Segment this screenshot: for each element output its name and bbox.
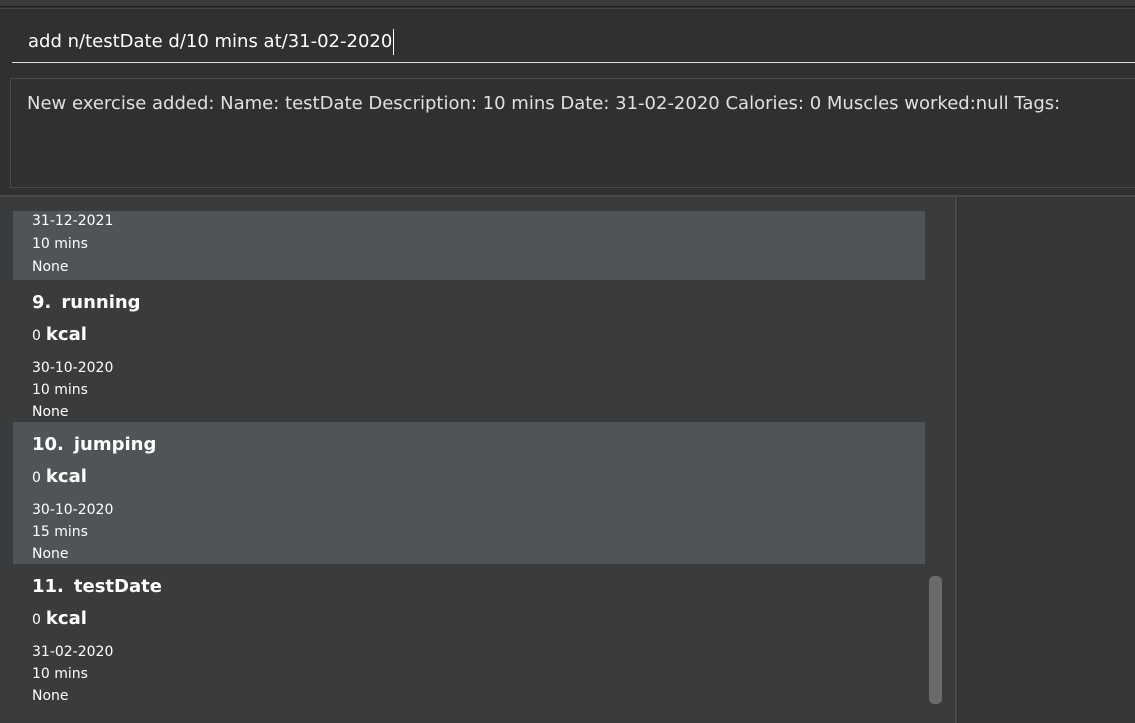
exercise-index: 10. [32, 434, 64, 455]
exercise-list[interactable]: 31-12-2021 10 mins None 9. running 0 kcal … [13, 211, 925, 706]
exercise-date: 30-10-2020 [32, 360, 114, 376]
calories-value: 0 [32, 470, 41, 486]
exercise-description: 10 mins [32, 382, 88, 398]
exercise-title: 11. testDate [32, 576, 162, 597]
exercise-date: 30-10-2020 [32, 502, 114, 518]
menu-strip [0, 0, 1135, 7]
exercise-card-partial[interactable]: 31-12-2021 10 mins None [13, 211, 925, 280]
exercise-description: 10 mins [32, 236, 88, 252]
scrollbar-thumb[interactable] [929, 576, 942, 704]
side-panel [957, 197, 1135, 723]
exercise-card[interactable]: 10. jumping 0 kcal 30-10-2020 15 mins None [13, 422, 925, 564]
exercise-index: 11. [32, 576, 64, 597]
calories-unit: kcal [45, 466, 87, 487]
exercise-calories: 0 kcal [32, 324, 87, 345]
text-caret [393, 29, 395, 55]
exercise-index: 9. [32, 292, 52, 313]
exercise-calories: 0 kcal [32, 608, 87, 629]
exercise-tags: None [32, 404, 69, 420]
calories-unit: kcal [45, 324, 87, 345]
exercise-date: 31-12-2021 [32, 213, 114, 229]
calories-value: 0 [32, 328, 41, 344]
result-message: New exercise added: Name: testDate Descr… [27, 93, 1061, 114]
exercise-description: 10 mins [32, 666, 88, 682]
calories-unit: kcal [45, 608, 87, 629]
exercise-title: 10. jumping [32, 434, 156, 455]
exercise-tags: None [32, 259, 69, 275]
exercise-title: 9. running [32, 292, 141, 313]
exercise-description: 15 mins [32, 524, 88, 540]
list-bottom-margin [0, 709, 955, 723]
exercise-card[interactable]: 9. running 0 kcal 30-10-2020 10 mins None [13, 280, 925, 422]
command-box: add n/testDate d/10 mins at/31-02-2020 [0, 8, 1135, 69]
exercise-name: jumping [73, 434, 157, 455]
app-window: add n/testDate d/10 mins at/31-02-2020 N… [0, 0, 1135, 723]
command-input[interactable]: add n/testDate d/10 mins at/31-02-2020 [12, 21, 1135, 63]
exercise-list-panel: 31-12-2021 10 mins None 9. running 0 kcal … [0, 197, 957, 723]
exercise-name: testDate [73, 576, 162, 597]
result-display[interactable]: New exercise added: Name: testDate Descr… [10, 78, 1135, 188]
exercise-card[interactable]: 11. testDate 0 kcal 31-02-2020 10 mins Non… [13, 564, 925, 706]
command-input-text: add n/testDate d/10 mins at/31-02-2020 [28, 31, 393, 52]
exercise-calories: 0 kcal [32, 466, 87, 487]
exercise-tags: None [32, 688, 69, 704]
calories-value: 0 [32, 612, 41, 628]
exercise-name: running [61, 292, 141, 313]
exercise-date: 31-02-2020 [32, 644, 114, 660]
exercise-tags: None [32, 546, 69, 562]
